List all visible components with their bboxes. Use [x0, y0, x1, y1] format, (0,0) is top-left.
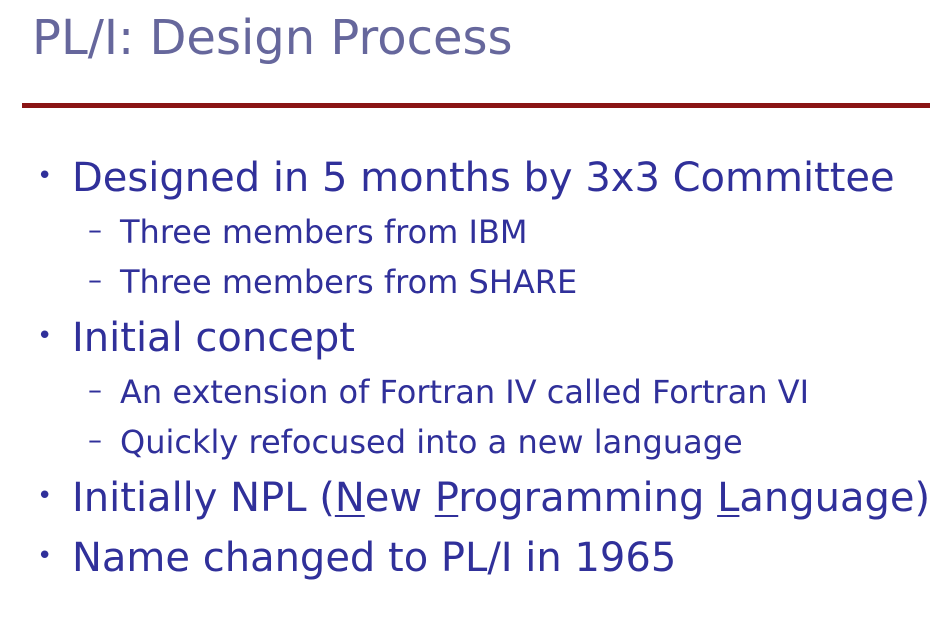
bullet-text: Designed in 5 months by 3x3 Committee — [72, 155, 895, 201]
underlined-letter: P — [434, 475, 459, 521]
bullet-text: Initial concept — [72, 315, 355, 361]
sub-bullet-item: – Three members from IBM — [88, 213, 528, 251]
dash-icon: – — [88, 423, 102, 456]
slide-title: PL/I: Design Process — [32, 10, 513, 66]
sub-bullet-text: An extension of Fortran IV called Fortra… — [120, 373, 810, 411]
sub-bullet-item: – Three members from SHARE — [88, 263, 578, 301]
bullet-icon: • — [37, 161, 53, 191]
bullet-item: • Name changed to PL/I in 1965 — [37, 535, 677, 581]
slide: PL/I: Design Process • Designed in 5 mon… — [0, 0, 930, 623]
sub-bullet-item: – Quickly refocused into a new language — [88, 423, 743, 461]
bullet-item: • Initial concept — [37, 315, 355, 361]
bullet-icon: • — [37, 541, 53, 571]
bullet-text: Initially NPL (New Programming Language) — [72, 475, 930, 521]
sub-bullet-text: Three members from IBM — [120, 213, 528, 251]
underlined-letter: L — [717, 475, 740, 521]
underlined-letter: N — [334, 475, 365, 521]
title-divider — [22, 103, 930, 108]
sub-bullet-text: Quickly refocused into a new language — [120, 423, 743, 461]
bullet-item: • Initially NPL (New Programming Languag… — [37, 475, 930, 521]
dash-icon: – — [88, 213, 102, 246]
dash-icon: – — [88, 263, 102, 296]
bullet-text: Name changed to PL/I in 1965 — [72, 535, 677, 581]
bullet-icon: • — [37, 321, 53, 351]
bullet-item: • Designed in 5 months by 3x3 Committee — [37, 155, 895, 201]
dash-icon: – — [88, 373, 102, 406]
bullet-icon: • — [37, 481, 53, 511]
sub-bullet-text: Three members from SHARE — [120, 263, 578, 301]
sub-bullet-item: – An extension of Fortran IV called Fort… — [88, 373, 810, 411]
